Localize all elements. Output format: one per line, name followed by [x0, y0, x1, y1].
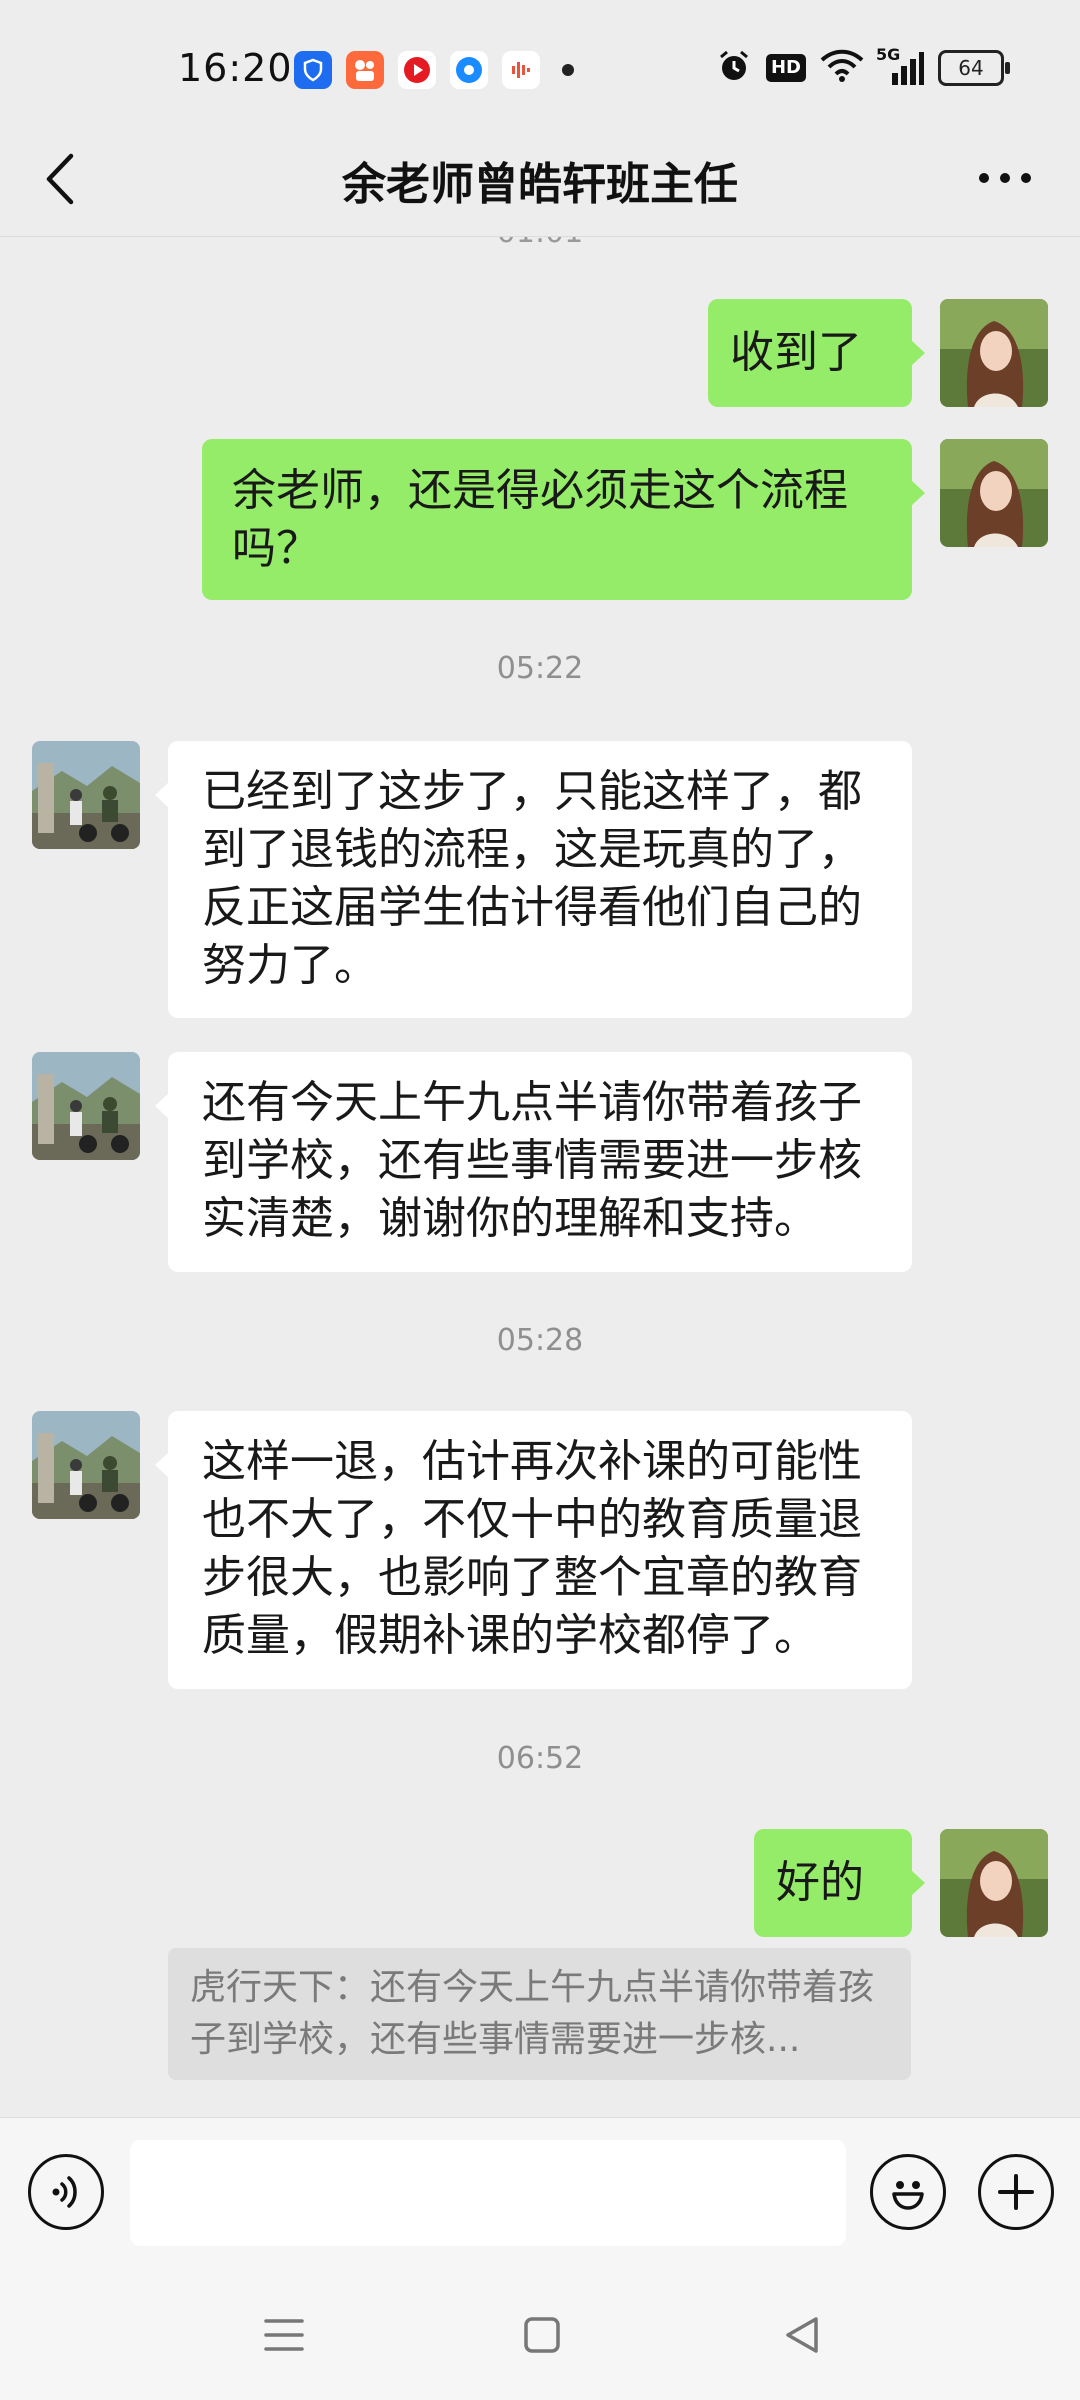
- system-nav-bar: [0, 2267, 1080, 2400]
- more-button[interactable]: [970, 148, 1040, 208]
- more-dots-icon: [979, 173, 1031, 183]
- message-bubble-sent[interactable]: 余老师，还是得必须走这个流程吗？: [202, 439, 912, 600]
- battery-cap: [1005, 62, 1010, 74]
- bubble-tail: [155, 1093, 169, 1119]
- plus-icon: [998, 2174, 1034, 2210]
- timestamp: 06:52: [496, 1741, 584, 1776]
- contact-avatar[interactable]: [32, 741, 140, 849]
- bubble-tail: [155, 782, 169, 808]
- nav-back-button[interactable]: [772, 2307, 832, 2363]
- contact-avatar[interactable]: [32, 1052, 140, 1160]
- message-bubble-received[interactable]: 已经到了这步了，只能这样了，都到了退钱的流程，这是玩真的了，反正这届学生估计得看…: [168, 741, 912, 1018]
- bubble-tail: [911, 340, 925, 366]
- timestamp: 05:22: [496, 651, 584, 686]
- voice-icon: [52, 2176, 77, 2208]
- video-app-icon: [398, 51, 436, 89]
- voice-button[interactable]: [28, 2154, 104, 2230]
- kuaishou-icon: [346, 51, 384, 89]
- audio-app-icon: [502, 51, 540, 89]
- plus-button[interactable]: [978, 2154, 1054, 2230]
- chat-header: 余老师曾皓轩班主任: [0, 118, 1080, 237]
- wifi-icon: [820, 49, 864, 87]
- message-bubble-sent[interactable]: 好的: [754, 1829, 912, 1937]
- chat-title: 余老师曾皓轩班主任: [342, 159, 738, 210]
- emoji-icon: [892, 2181, 924, 2210]
- quoted-reply[interactable]: 虎行天下：还有今天上午九点半请你带着孩子到学校，还有些事情需要进一步核...: [168, 1948, 911, 2080]
- hd-icon: HD: [765, 54, 806, 82]
- message-bubble-received[interactable]: 这样一退，估计再次补课的可能性也不大了，不仅十中的教育质量退步很大，也影响了整个…: [168, 1411, 912, 1689]
- my-avatar[interactable]: [940, 439, 1048, 547]
- browser-icon: [450, 51, 488, 89]
- input-bar: [0, 2117, 1080, 2268]
- home-icon: [524, 2317, 560, 2353]
- bubble-tail: [911, 480, 925, 506]
- bubble-tail: [155, 1452, 169, 1478]
- my-avatar[interactable]: [940, 1829, 1048, 1937]
- timestamp: 05:28: [496, 1323, 584, 1358]
- back-triangle-icon: [786, 2317, 818, 2353]
- message-list[interactable]: 01:01 收到了 余老师，还是得必须走这个流程吗？ 05:22 已经到了这步了…: [0, 237, 1080, 2117]
- shield-app-icon: [294, 51, 332, 89]
- message-input[interactable]: [130, 2140, 846, 2246]
- message-bubble-received[interactable]: 还有今天上午九点半请你带着孩子到学校，还有些事情需要进一步核实清楚，谢谢你的理解…: [168, 1052, 912, 1272]
- more-notifications-dot: [562, 64, 574, 76]
- my-avatar[interactable]: [940, 299, 1048, 407]
- alarm-icon: [716, 48, 752, 88]
- emoji-button[interactable]: [870, 2154, 946, 2230]
- menu-button[interactable]: [254, 2307, 314, 2363]
- battery-icon: 64: [938, 50, 1010, 86]
- battery-level: 64: [958, 56, 984, 80]
- home-button[interactable]: [512, 2307, 572, 2363]
- network-type-label: 5G: [876, 45, 901, 64]
- bubble-tail: [911, 1870, 925, 1896]
- system-indicators: HD 5G 64: [716, 45, 1010, 88]
- notification-icons: [294, 51, 574, 89]
- contact-avatar[interactable]: [32, 1411, 140, 1519]
- status-time: 16:20: [178, 46, 293, 90]
- menu-icon: [264, 2319, 304, 2351]
- signal-icon: 5G: [876, 45, 924, 85]
- timestamp: 01:01: [0, 237, 1080, 250]
- message-bubble-sent[interactable]: 收到了: [708, 299, 912, 407]
